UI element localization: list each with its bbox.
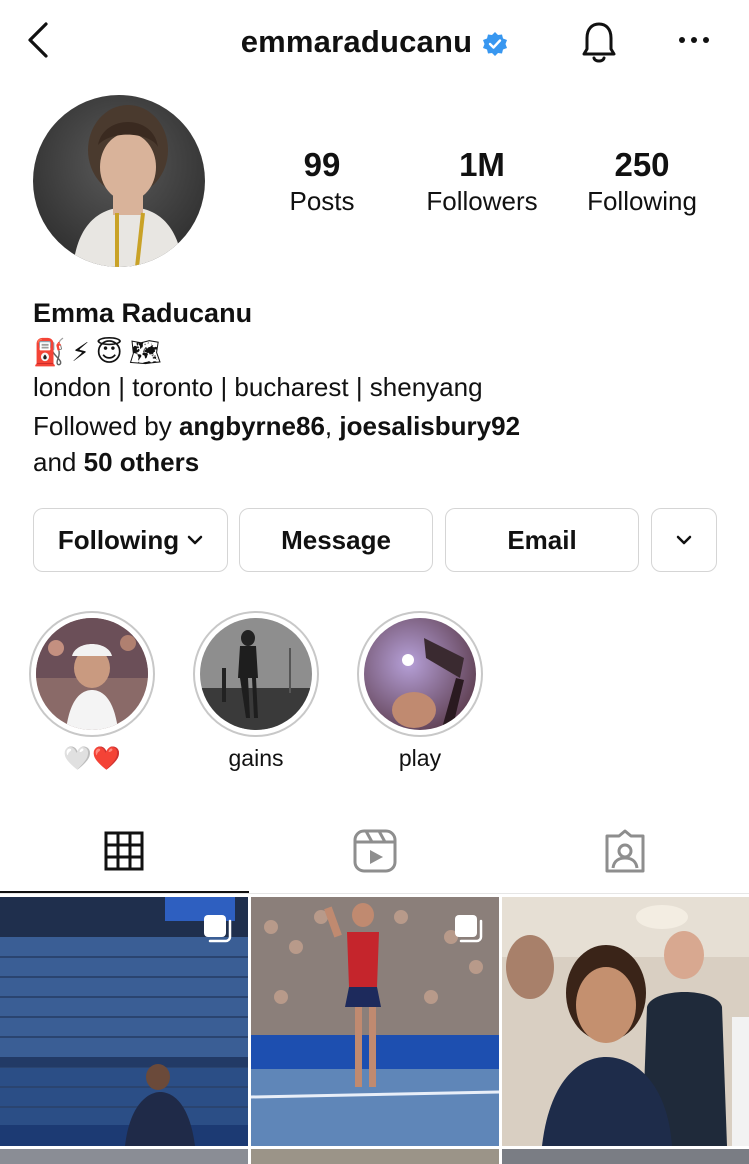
- highlight-label: 🤍❤️: [63, 745, 121, 771]
- reels-icon[interactable]: [352, 828, 398, 874]
- following-label: Following: [587, 186, 697, 216]
- highlight-ring: [357, 611, 483, 737]
- following-button[interactable]: Following: [33, 508, 228, 572]
- following-count: 250: [614, 146, 670, 183]
- followers-count: 1M: [459, 146, 505, 183]
- grid-post[interactable]: [0, 897, 248, 1146]
- highlight-hearts[interactable]: 🤍❤️: [28, 611, 156, 772]
- grid-post[interactable]: [502, 897, 749, 1146]
- profile-username: emmaraducanu: [240, 24, 473, 59]
- grid-post[interactable]: [502, 1149, 749, 1164]
- highlight-play[interactable]: play: [356, 611, 484, 772]
- grid-icon[interactable]: [101, 828, 147, 874]
- fuel-pump-emoji: ⛽: [33, 338, 66, 368]
- notification-bell-icon[interactable]: [576, 16, 622, 66]
- highlight-ring: [193, 611, 319, 737]
- followed-separator: ,: [324, 411, 340, 441]
- stat-posts[interactable]: 99 Posts: [242, 146, 402, 218]
- lightning-emoji: ⚡: [71, 338, 90, 368]
- chevron-down-icon: [187, 535, 203, 545]
- posts-label: Posts: [289, 186, 355, 216]
- following-button-label: Following: [57, 524, 180, 555]
- bio-emojis: ⛽ ⚡ 😇 🗺: [33, 336, 162, 370]
- tagged-icon[interactable]: [602, 828, 648, 874]
- posts-count: 99: [303, 146, 341, 183]
- bio-location: london | toronto | bucharest | shenyang: [33, 372, 483, 402]
- stat-followers[interactable]: 1M Followers: [402, 146, 562, 218]
- header-title: emmaraducanu: [0, 20, 749, 64]
- followed-prefix: Followed by: [33, 411, 179, 441]
- more-options-icon[interactable]: [676, 30, 712, 50]
- highlight-thumbnail: [364, 618, 476, 730]
- post-selfie-group: [502, 897, 749, 1146]
- followed-and: and: [33, 447, 84, 477]
- grid-post[interactable]: [251, 1149, 499, 1164]
- followed-by[interactable]: Followed by angbyrne86, joesalisbury92 a…: [33, 408, 713, 480]
- active-tab-indicator: [0, 891, 249, 893]
- grid-post[interactable]: [251, 897, 499, 1146]
- highlight-label: play: [398, 745, 442, 771]
- highlight-thumbnail: [200, 618, 312, 730]
- multiple-posts-icon: [204, 915, 232, 943]
- message-button-label: Message: [281, 524, 391, 555]
- post-thumbnail: [251, 1149, 499, 1164]
- tab-divider: [0, 893, 749, 894]
- grid-post[interactable]: [0, 1149, 248, 1164]
- post-thumbnail: [502, 1149, 749, 1164]
- chevron-down-icon: [676, 535, 692, 545]
- followed-user-2[interactable]: joesalisbury92: [339, 411, 520, 441]
- highlight-label: gains: [228, 745, 284, 771]
- followed-others[interactable]: 50 others: [84, 447, 200, 477]
- highlight-gains[interactable]: gains: [192, 611, 320, 772]
- verified-badge-icon: [483, 32, 508, 56]
- profile-name: Emma Raducanu: [33, 298, 253, 328]
- stat-following[interactable]: 250 Following: [562, 146, 722, 218]
- profile-avatar[interactable]: [33, 95, 205, 267]
- suggested-dropdown-button[interactable]: [651, 508, 717, 572]
- message-button[interactable]: Message: [239, 508, 433, 572]
- followed-user-1[interactable]: angbyrne86: [179, 411, 325, 441]
- highlight-ring: [29, 611, 155, 737]
- world-map-emoji: 🗺: [128, 338, 162, 368]
- multiple-posts-icon: [455, 915, 483, 943]
- halo-face-emoji: 😇: [95, 338, 123, 368]
- followers-label: Followers: [426, 186, 538, 216]
- email-button-label: Email: [507, 524, 577, 555]
- email-button[interactable]: Email: [445, 508, 639, 572]
- post-thumbnail: [0, 1149, 248, 1164]
- highlight-thumbnail: [36, 618, 148, 730]
